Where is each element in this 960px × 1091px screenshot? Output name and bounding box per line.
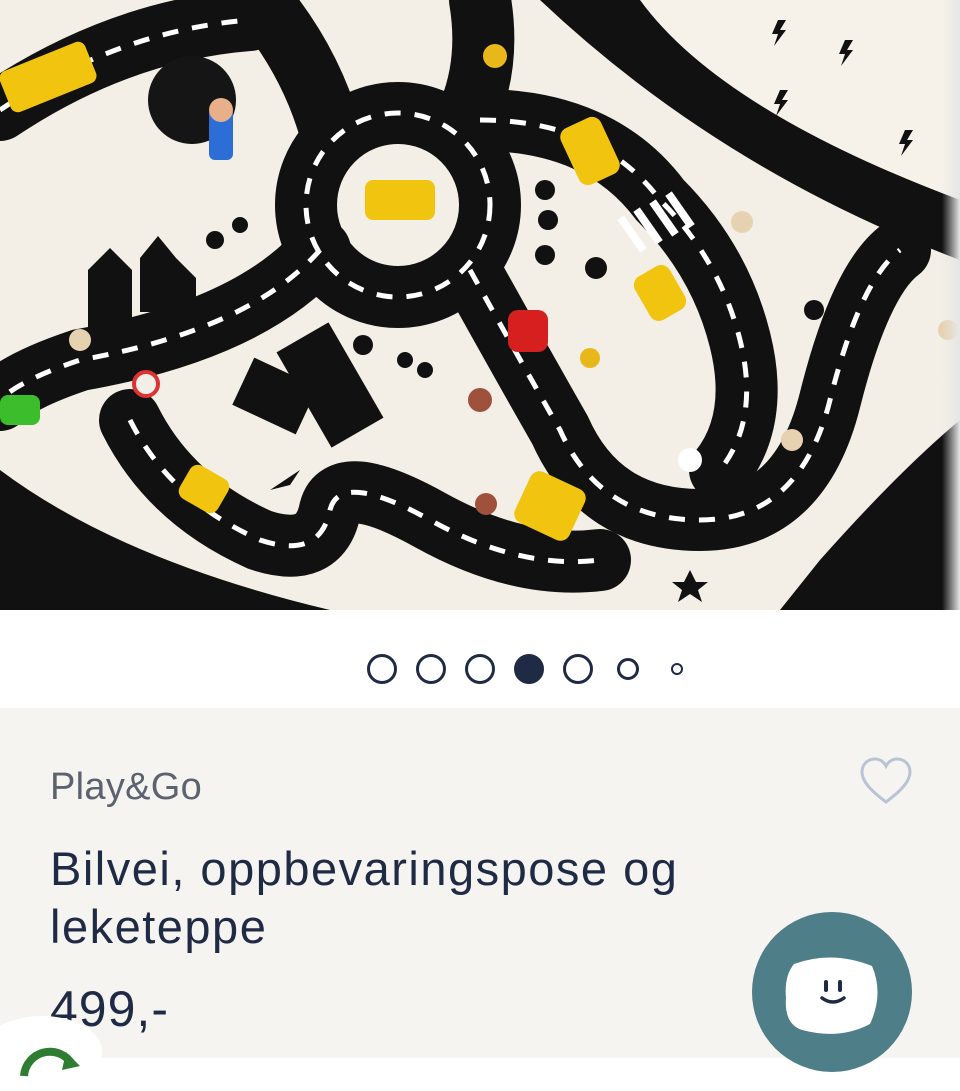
recycle-badge: [0, 1016, 102, 1086]
chat-button[interactable]: [752, 912, 912, 1072]
smiley-chat-icon: [785, 957, 878, 1034]
product-title: Bilvei, oppbevaringspose og leketeppe: [50, 842, 679, 953]
carousel-dot-7[interactable]: [671, 663, 683, 675]
wishlist-button[interactable]: [858, 754, 914, 810]
carousel-dot-1[interactable]: [367, 654, 397, 684]
carousel-dot-4-active[interactable]: [514, 654, 544, 684]
carousel-dot-6[interactable]: [617, 658, 639, 680]
carousel-dot-5[interactable]: [563, 654, 593, 684]
carousel-dot-2[interactable]: [416, 654, 446, 684]
recycle-icon: [20, 1047, 80, 1077]
carousel-pagination: [0, 610, 960, 708]
carousel-dot-3[interactable]: [465, 654, 495, 684]
heart-outline-icon: [860, 757, 912, 804]
product-image[interactable]: [0, 0, 960, 610]
product-info-panel: Play&Go Bilvei, oppbevaringspose og leke…: [0, 708, 960, 1086]
brand-name[interactable]: Play&Go: [50, 766, 202, 809]
